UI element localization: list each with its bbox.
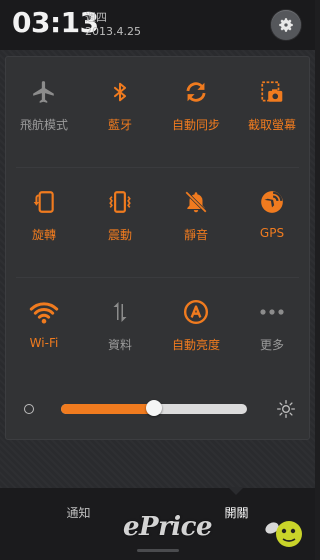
toggle-more[interactable]: 更多 xyxy=(234,277,310,387)
toggle-auto-brightness[interactable]: 自動亮度 xyxy=(158,277,234,387)
bottom-tab-bar: 通知 開關 ePrice xyxy=(0,487,315,560)
more-icon xyxy=(257,297,287,327)
toggle-label: 截取螢幕 xyxy=(247,118,296,132)
toggle-gps[interactable]: GPS xyxy=(234,167,310,277)
toggle-wifi[interactable]: Wi-Fi xyxy=(6,277,82,387)
toggle-rotate[interactable]: 旋轉 xyxy=(6,167,82,277)
wifi-icon xyxy=(29,297,59,327)
toggle-label: Wi-Fi xyxy=(29,336,59,350)
toggle-label: 飛航模式 xyxy=(19,118,68,132)
rotate-icon xyxy=(29,187,59,217)
brightness-slider[interactable] xyxy=(61,400,247,416)
toggle-label: GPS xyxy=(259,226,285,240)
toggle-label: 旋轉 xyxy=(31,228,56,242)
toggle-label: 更多 xyxy=(259,338,284,352)
eprice-watermark: ePrice xyxy=(123,512,213,542)
gps-icon xyxy=(257,187,287,217)
toggle-label: 自動亮度 xyxy=(171,338,220,352)
brightness-thumb[interactable] xyxy=(146,400,162,416)
drag-handle[interactable] xyxy=(137,549,179,552)
date-label: 2013.4.25 xyxy=(85,25,141,38)
vibrate-icon xyxy=(105,187,135,217)
bluetooth-icon xyxy=(105,77,135,107)
airplane-icon xyxy=(29,77,59,107)
toggle-label: 資料 xyxy=(107,338,132,352)
settings-button[interactable] xyxy=(271,10,301,40)
toggle-data[interactable]: 資料 xyxy=(82,277,158,387)
screenshot-icon xyxy=(257,77,287,107)
toggle-screenshot[interactable]: 截取螢幕 xyxy=(234,57,310,167)
toggle-label: 藍牙 xyxy=(107,118,132,132)
sync-icon xyxy=(181,77,211,107)
brightness-high-icon xyxy=(277,400,295,418)
data-icon xyxy=(105,297,135,327)
brightness-slider-row xyxy=(6,387,309,433)
active-tab-indicator xyxy=(228,487,244,495)
status-header: 03:13 週四 2013.4.25 xyxy=(0,0,315,50)
mute-icon xyxy=(181,187,211,217)
toggle-bluetooth[interactable]: 藍牙 xyxy=(82,57,158,167)
gear-icon xyxy=(279,18,293,32)
toggle-panel: 飛航模式 藍牙 自動同步 截取螢幕 旋轉 震動 靜音 GPS Wi-Fi 資料 … xyxy=(5,56,310,440)
toggle-auto-sync[interactable]: 自動同步 xyxy=(158,57,234,167)
brightness-fill xyxy=(61,404,154,414)
toggle-label: 自動同步 xyxy=(171,118,220,132)
mascot-logo xyxy=(265,521,302,547)
toggle-mute[interactable]: 靜音 xyxy=(158,167,234,277)
weekday-label: 週四 xyxy=(85,11,107,24)
toggle-label: 震動 xyxy=(107,228,132,242)
date-block: 週四 2013.4.25 xyxy=(85,11,141,39)
toggle-airplane[interactable]: 飛航模式 xyxy=(6,57,82,167)
auto-brightness-icon xyxy=(181,297,211,327)
toggle-vibrate[interactable]: 震動 xyxy=(82,167,158,277)
toggle-label: 靜音 xyxy=(183,228,208,242)
brightness-low-icon xyxy=(24,404,34,414)
